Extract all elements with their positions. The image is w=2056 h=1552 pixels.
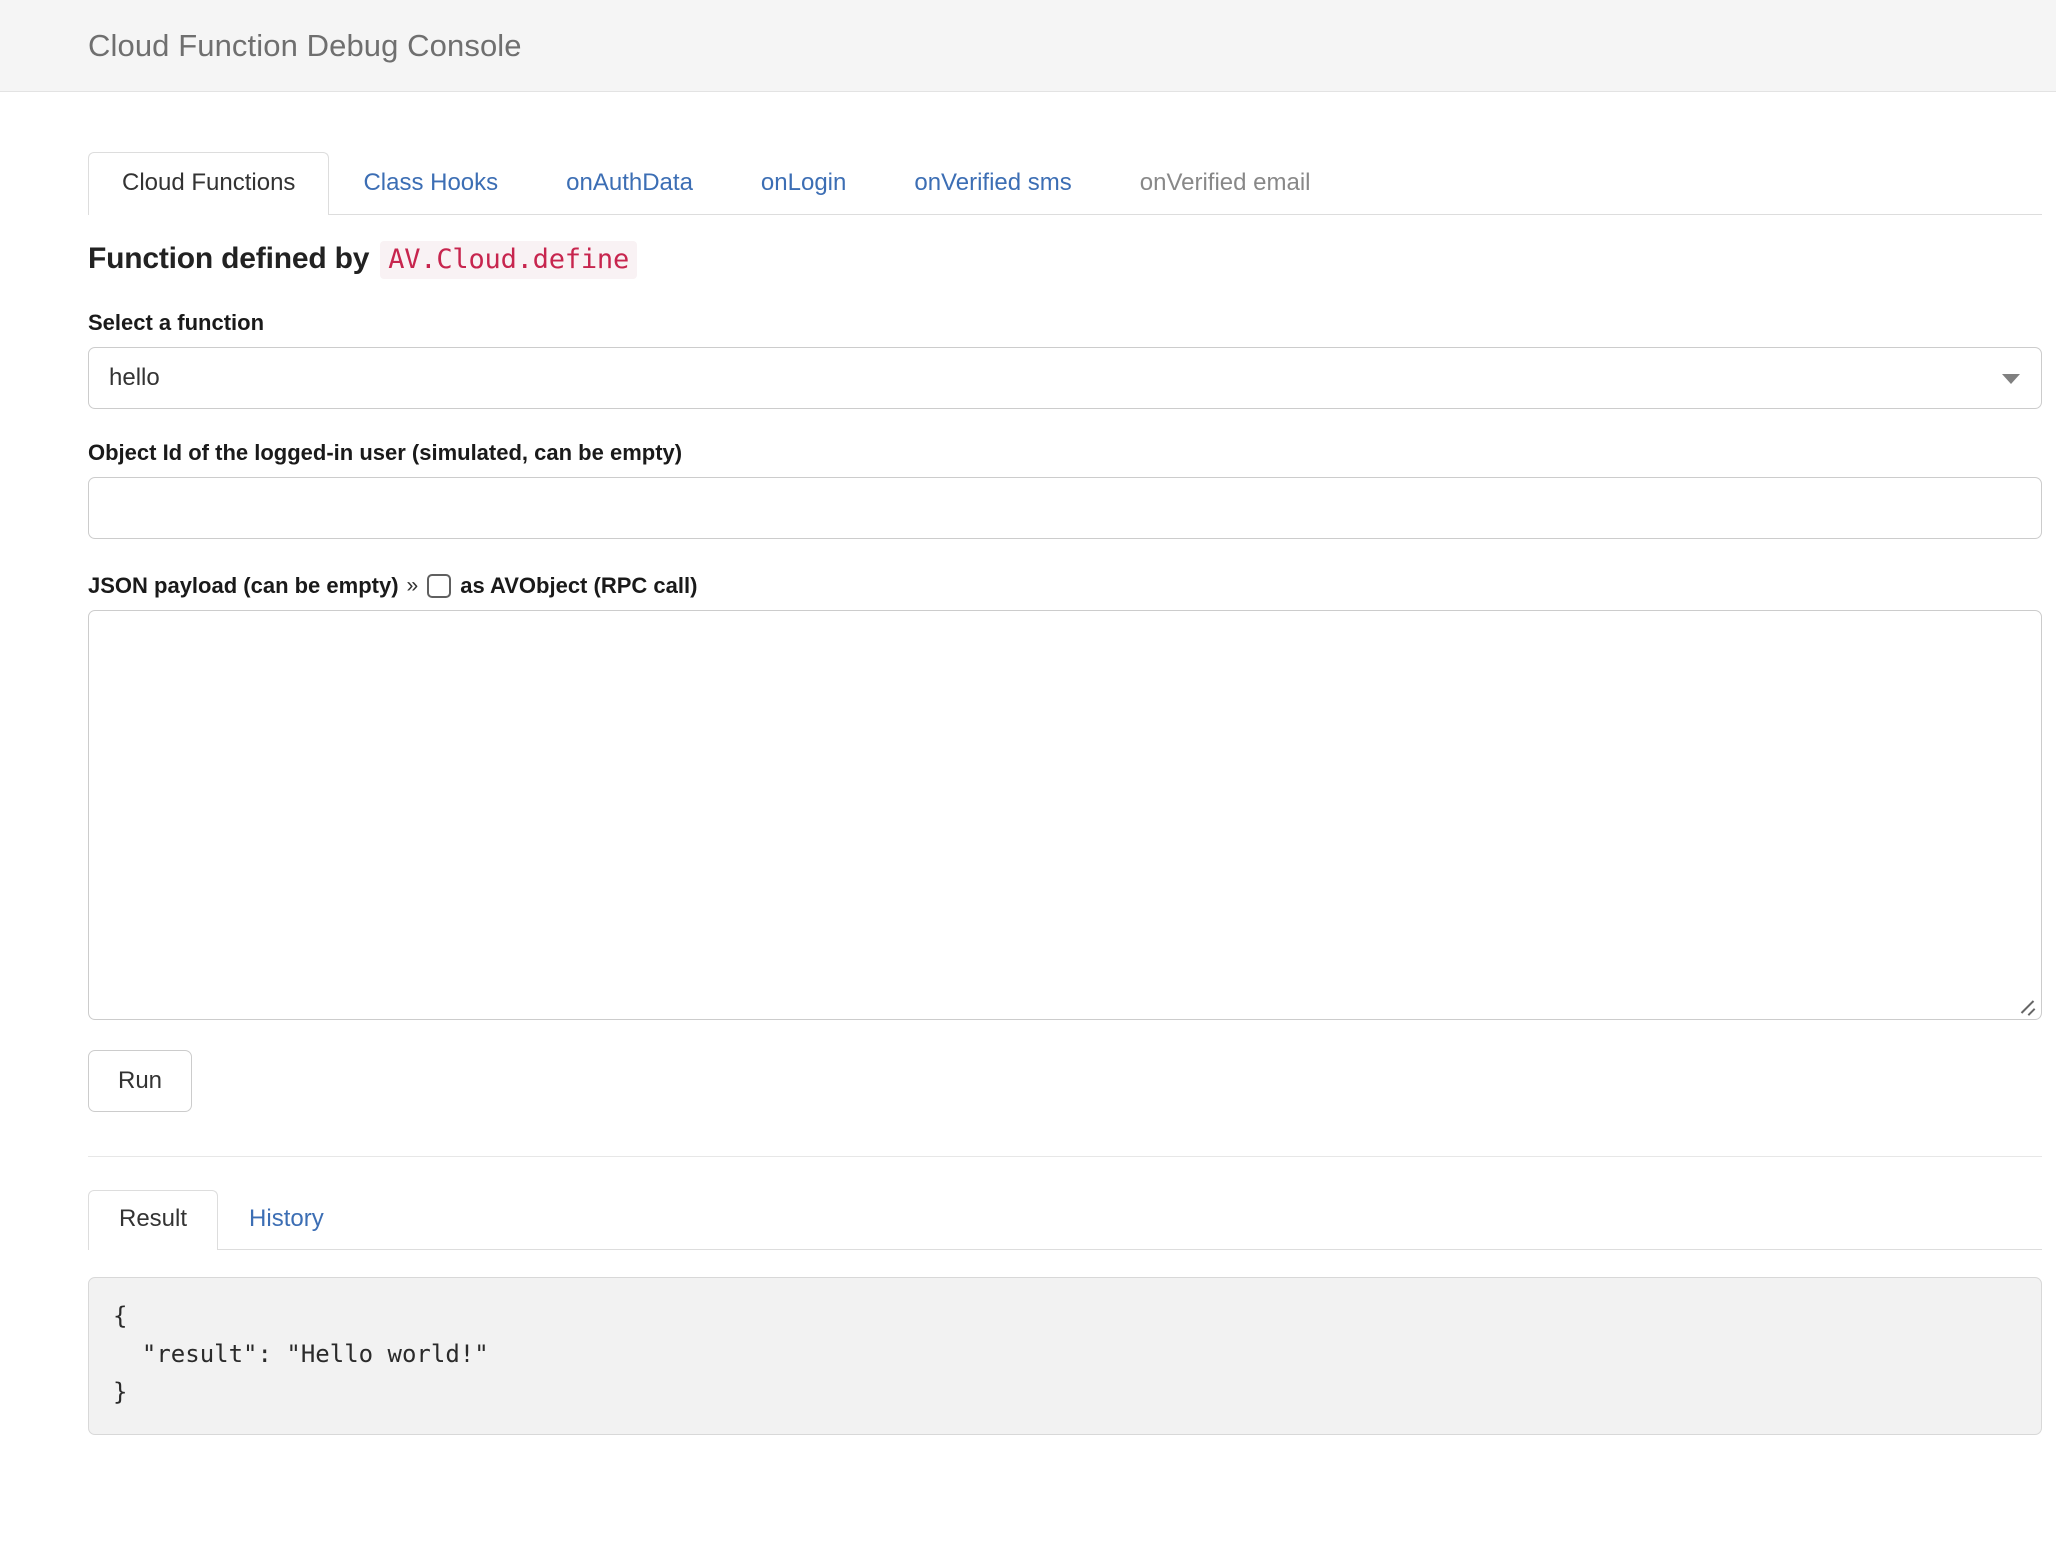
tab-label: onVerified email — [1140, 169, 1311, 196]
json-payload-label-row: JSON payload (can be empty) » as AVObjec… — [88, 573, 2042, 599]
page-body: Cloud Functions Class Hooks onAuthData o… — [0, 147, 2056, 1435]
json-payload-textarea[interactable] — [88, 610, 2042, 1020]
page-title: Cloud Function Debug Console — [88, 28, 522, 64]
object-id-label: Object Id of the logged-in user (simulat… — [88, 440, 2042, 466]
content-container: Cloud Functions Class Hooks onAuthData o… — [88, 147, 2042, 1435]
function-select[interactable]: hello — [88, 347, 2042, 409]
tab-onauthdata[interactable]: onAuthData — [532, 152, 727, 215]
result-output: { "result": "Hello world!" } — [88, 1277, 2042, 1435]
function-select-label: Select a function — [88, 310, 2042, 336]
tab-onverified-email: onVerified email — [1106, 152, 1345, 215]
function-select-wrapper: hello — [88, 347, 2042, 409]
tab-label: Cloud Functions — [122, 169, 295, 196]
json-payload-label: JSON payload (can be empty) — [88, 573, 399, 599]
tab-cloud-functions[interactable]: Cloud Functions — [88, 152, 329, 215]
main-tab-bar: Cloud Functions Class Hooks onAuthData o… — [88, 147, 2042, 215]
function-select-value: hello — [109, 364, 160, 392]
run-button[interactable]: Run — [88, 1050, 192, 1112]
tab-onlogin[interactable]: onLogin — [727, 152, 880, 215]
tab-onverified-sms[interactable]: onVerified sms — [880, 152, 1105, 215]
separator-guillemet: » — [407, 574, 419, 598]
section-heading-text: Function defined by — [88, 242, 369, 276]
result-tab-bar: Result History — [88, 1186, 2042, 1250]
tab-label: Class Hooks — [363, 169, 498, 196]
section-heading-code: AV.Cloud.define — [380, 241, 637, 279]
tab-history[interactable]: History — [218, 1190, 355, 1250]
tab-label: Result — [119, 1205, 187, 1232]
run-button-row: Run — [88, 1020, 2042, 1112]
tab-label: onAuthData — [566, 169, 693, 196]
tab-result[interactable]: Result — [88, 1190, 218, 1250]
tab-label: History — [249, 1205, 324, 1232]
app-header: Cloud Function Debug Console — [0, 0, 2056, 92]
tab-label: onLogin — [761, 169, 846, 196]
avobject-checkbox-label: as AVObject (RPC call) — [460, 573, 697, 599]
object-id-input[interactable] — [88, 477, 2042, 539]
tab-label: onVerified sms — [914, 169, 1071, 196]
checkbox-icon[interactable] — [427, 574, 451, 598]
tab-class-hooks[interactable]: Class Hooks — [329, 152, 532, 215]
section-divider — [88, 1156, 2042, 1157]
section-heading: Function defined by AV.Cloud.define — [88, 241, 2042, 279]
json-payload-wrapper — [88, 610, 2042, 1020]
